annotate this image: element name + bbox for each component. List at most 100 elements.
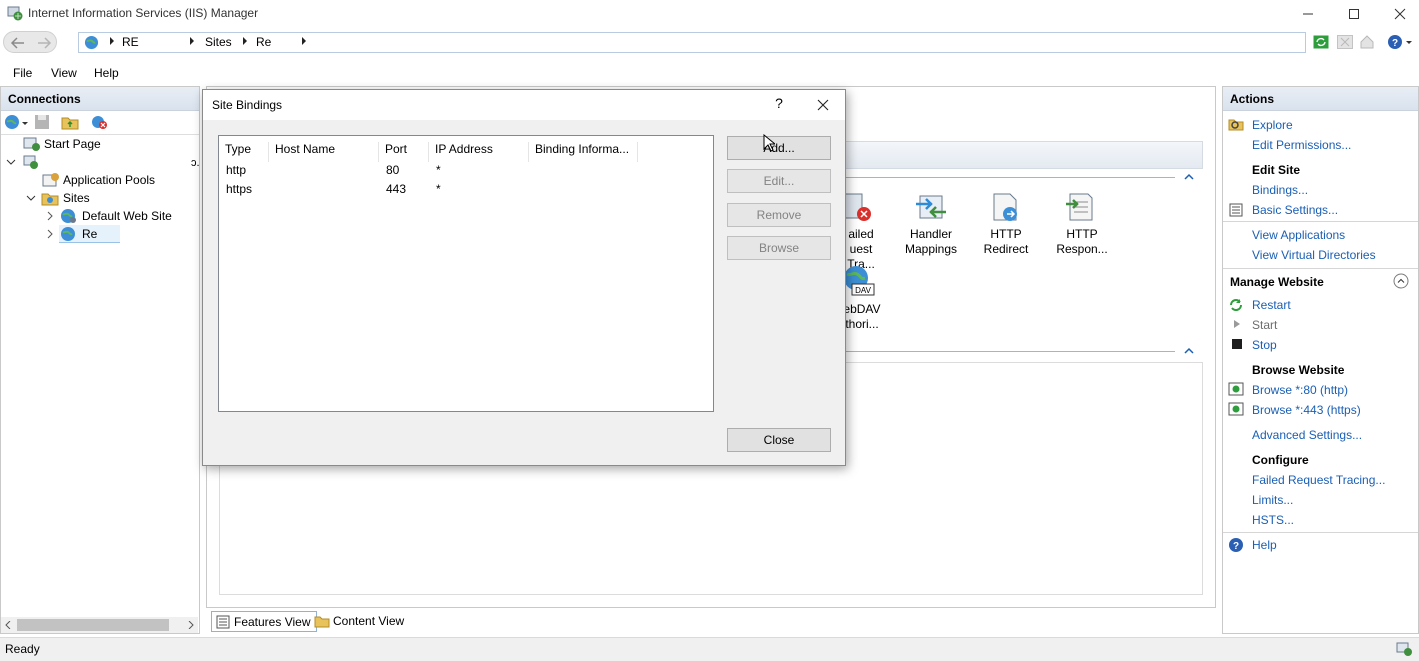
http-response-headers-icon[interactable] [1064, 190, 1098, 224]
server-icon[interactable] [22, 154, 40, 170]
menu-help[interactable]: Help [94, 66, 119, 80]
dialog-close-x-button[interactable] [808, 94, 838, 116]
action-failed-request-tracing[interactable]: Failed Request Tracing... [1252, 473, 1385, 487]
connections-toolbar [1, 111, 199, 135]
horizontal-scrollbar[interactable] [1, 617, 198, 633]
scroll-left-icon[interactable] [4, 621, 12, 629]
disconnect-icon[interactable] [91, 114, 108, 130]
collapse-section-icon[interactable] [1393, 273, 1409, 289]
features-view-icon [216, 615, 230, 629]
back-arrow-icon[interactable] [10, 36, 26, 50]
failed-request-tracing-icon[interactable] [842, 192, 874, 224]
http-redirect-icon[interactable] [990, 190, 1024, 224]
action-stop[interactable]: Stop [1252, 338, 1277, 352]
expand-chevron-icon[interactable] [26, 193, 36, 203]
feature-label-line1: HTTP [990, 227, 1022, 241]
cell-type: https [226, 182, 253, 196]
tab-content-view[interactable]: Content View [311, 611, 410, 632]
scroll-right-icon[interactable] [187, 621, 195, 629]
action-basic-settings[interactable]: Basic Settings... [1252, 203, 1338, 217]
actions-header: Actions [1223, 87, 1418, 111]
close-icon [817, 99, 829, 111]
dialog-title-bar: Site Bindings ? [203, 90, 845, 120]
maximize-button[interactable] [1331, 0, 1377, 27]
scrollbar-thumb[interactable] [17, 619, 169, 631]
tab-features-label: Features View [234, 615, 311, 629]
menu-file[interactable]: File [13, 66, 32, 80]
table-row[interactable]: http 80 * [219, 163, 713, 181]
action-help[interactable]: Help [1252, 538, 1277, 552]
tree-application-pools[interactable]: Application Pools [63, 173, 155, 187]
action-view-virtual-directories[interactable]: View Virtual Directories [1252, 248, 1376, 262]
action-explore[interactable]: Explore [1252, 118, 1293, 132]
tree-sites[interactable]: Sites [63, 191, 90, 205]
column-type[interactable]: Type [219, 142, 269, 162]
table-row[interactable]: https 443 * [219, 182, 713, 200]
breadcrumb-server[interactable]: RE [122, 35, 139, 49]
handler-mappings-icon[interactable] [914, 192, 948, 224]
forward-arrow-icon[interactable] [36, 36, 52, 50]
browse-icon [1228, 382, 1244, 396]
column-ip-address[interactable]: IP Address [429, 142, 529, 162]
action-edit-permissions[interactable]: Edit Permissions... [1252, 138, 1351, 152]
feature-http-response[interactable]: HTTP Respon... [1049, 227, 1115, 257]
column-binding-info[interactable]: Binding Informa... [529, 142, 638, 162]
dialog-title: Site Bindings [212, 98, 283, 112]
action-advanced-settings[interactable]: Advanced Settings... [1252, 428, 1362, 442]
close-dialog-button[interactable]: Close [727, 428, 831, 452]
stop-square-icon [1232, 339, 1242, 349]
edit-binding-button[interactable]: Edit... [727, 169, 831, 193]
expand-chevron-icon[interactable] [6, 157, 16, 167]
feature-http-redirect[interactable]: HTTP Redirect [976, 227, 1036, 257]
tree-default-web-site[interactable]: Default Web Site [82, 209, 172, 223]
save-icon[interactable] [34, 114, 50, 130]
bindings-list[interactable]: Type Host Name Port IP Address Binding I… [218, 135, 714, 412]
breadcrumb-arrow-icon [302, 37, 306, 45]
up-folder-icon[interactable] [61, 114, 79, 130]
status-bar: Ready [0, 637, 1419, 661]
feature-handler-mappings[interactable]: Handler Mappings [896, 227, 966, 257]
column-host-name[interactable]: Host Name [269, 142, 379, 162]
connect-globe-icon[interactable] [4, 114, 28, 131]
status-text: Ready [5, 642, 40, 656]
help-menu-icon[interactable]: ? [1387, 34, 1413, 50]
action-browse-80[interactable]: Browse *:80 (http) [1252, 383, 1348, 397]
add-binding-button[interactable]: Add... [727, 136, 831, 160]
svg-text:?: ? [1233, 541, 1239, 552]
server-name-clipped: ɔ. [191, 157, 200, 169]
breadcrumb-arrow-icon [243, 37, 247, 45]
column-port[interactable]: Port [379, 142, 429, 162]
refresh-icon[interactable] [1313, 34, 1329, 50]
minimize-button[interactable] [1285, 0, 1331, 27]
stop-loading-icon[interactable] [1337, 34, 1353, 50]
collapse-chevron-icon[interactable] [45, 229, 55, 239]
action-bindings[interactable]: Bindings... [1252, 183, 1308, 197]
browse-icon [1228, 402, 1244, 416]
collapse-group-icon[interactable] [1184, 347, 1194, 355]
network-status-icon [1396, 642, 1412, 656]
breadcrumb-site[interactable]: Re [256, 35, 271, 49]
action-view-applications[interactable]: View Applications [1252, 228, 1345, 242]
action-browse-443[interactable]: Browse *:443 (https) [1252, 403, 1361, 417]
action-restart[interactable]: Restart [1252, 298, 1291, 312]
close-window-button[interactable] [1377, 0, 1419, 27]
webdav-icon[interactable]: DAV [842, 264, 876, 296]
tree-start-page[interactable]: Start Page [44, 137, 101, 151]
remove-binding-button[interactable]: Remove [727, 203, 831, 227]
action-start[interactable]: Start [1252, 318, 1277, 332]
breadcrumb-sites[interactable]: Sites [205, 35, 232, 49]
tab-content-label: Content View [333, 614, 405, 628]
browse-binding-button[interactable]: Browse [727, 236, 831, 260]
action-hsts[interactable]: HSTS... [1252, 513, 1294, 527]
menu-view[interactable]: View [51, 66, 77, 80]
tab-features-view[interactable]: Features View [211, 611, 318, 632]
cell-ip: * [436, 182, 441, 196]
home-icon[interactable] [1359, 34, 1375, 50]
section-manage-website: Manage Website [1230, 275, 1324, 289]
dialog-help-button[interactable]: ? [769, 95, 789, 115]
section-browse-website: Browse Website [1252, 363, 1345, 377]
tree-current-site[interactable]: Re [82, 227, 97, 241]
collapse-group-icon[interactable] [1184, 173, 1194, 181]
collapse-chevron-icon[interactable] [45, 211, 55, 221]
action-limits[interactable]: Limits... [1252, 493, 1293, 507]
